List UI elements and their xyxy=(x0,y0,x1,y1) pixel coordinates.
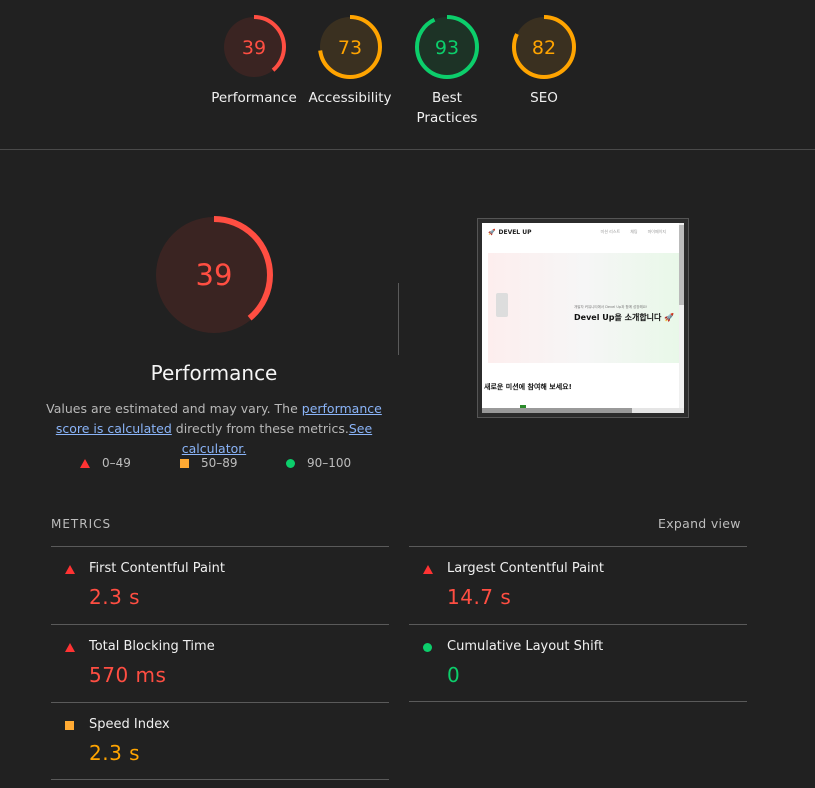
triangle-icon xyxy=(80,458,90,468)
metric-label: Total Blocking Time xyxy=(89,639,215,654)
metric-label: Largest Contentful Paint xyxy=(447,561,605,576)
square-icon xyxy=(65,721,74,730)
gauge-score: 39 xyxy=(242,37,266,59)
gauge-performance[interactable]: 39 Performance xyxy=(206,14,302,108)
seo-gauge-ring: 82 xyxy=(512,15,576,79)
gauge-score: 93 xyxy=(435,37,459,59)
gauge-best-practices[interactable]: 93 Best Practices xyxy=(399,14,495,128)
rocket-icon: 🚀 xyxy=(488,228,496,236)
legend-pass: 90–100 xyxy=(286,456,351,470)
metric-speed-index: Speed Index 2.3 s xyxy=(51,703,389,781)
thumbnail-brand: DEVEL UP xyxy=(498,228,532,236)
performance-main-gauge: 39 xyxy=(154,215,274,339)
gauge-label: Performance xyxy=(211,90,297,106)
metric-value: 2.3 s xyxy=(89,585,141,609)
final-screenshot[interactable]: 🚀 DEVEL UP 미션 리스트 채팅 마이페이지 개발자 커뮤니티에서 De… xyxy=(477,218,689,418)
performance-gauge-ring: 39 xyxy=(155,216,273,334)
gauge-label: Best Practices xyxy=(416,90,478,126)
thumbnail-horizontal-scrollbar xyxy=(482,408,684,413)
performance-score: 39 xyxy=(196,258,233,292)
gauge-score: 82 xyxy=(532,37,556,59)
triangle-icon xyxy=(65,643,75,652)
thumbnail-image-placeholder xyxy=(496,293,508,317)
summary-gauges: 39 Performance 73 Accessibility 93 Best … xyxy=(0,0,815,150)
expand-view-toggle[interactable]: Expand view xyxy=(658,516,741,531)
performance-title: Performance xyxy=(150,361,278,385)
performance-description: Values are estimated and may vary. The p… xyxy=(44,399,384,459)
metrics-divider xyxy=(51,779,389,780)
gauge-score: 73 xyxy=(338,37,362,59)
circle-icon xyxy=(286,458,295,468)
triangle-icon xyxy=(423,565,433,574)
gauge-seo[interactable]: 82 SEO xyxy=(496,14,592,108)
best-practices-gauge-ring: 93 xyxy=(415,15,479,79)
metric-cumulative-layout-shift: Cumulative Layout Shift 0 xyxy=(409,625,747,703)
triangle-icon xyxy=(65,565,75,574)
legend-range: 50–89 xyxy=(201,456,238,470)
thumbnail-nav-item: 마이페이지 xyxy=(647,229,666,234)
description-text: Values are estimated and may vary. The xyxy=(46,401,302,416)
legend-average: 50–89 xyxy=(180,456,238,470)
metric-label: Speed Index xyxy=(89,717,170,732)
thumbnail-mission-heading: 새로운 미션에 참여해 보세요! xyxy=(484,383,572,391)
metrics-divider xyxy=(409,701,747,702)
metric-value: 570 ms xyxy=(89,663,167,687)
gauge-label: Accessibility xyxy=(308,90,392,106)
metric-label: First Contentful Paint xyxy=(89,561,225,576)
gauge-accessibility[interactable]: 73 Accessibility xyxy=(302,14,398,108)
metric-first-contentful-paint: First Contentful Paint 2.3 s xyxy=(51,547,389,625)
legend-range: 90–100 xyxy=(307,456,352,470)
legend-range: 0–49 xyxy=(102,456,131,470)
square-icon xyxy=(180,458,189,468)
metric-value: 0 xyxy=(447,663,461,687)
performance-gauge-ring: 39 xyxy=(222,15,286,79)
thumbnail-nav-item: 채팅 xyxy=(630,229,638,234)
thumbnail-hero-subtitle: 개발자 커뮤니티에서 Devel Up과 함께 성장해요! xyxy=(574,305,648,309)
thumbnail-vertical-scrollbar xyxy=(679,223,684,413)
metric-total-blocking-time: Total Blocking Time 570 ms xyxy=(51,625,389,703)
thumbnail-nav-item: 미션 리스트 xyxy=(600,229,621,234)
thumbnail-nav: 미션 리스트 채팅 마이페이지 xyxy=(601,229,666,235)
description-text: directly from these metrics. xyxy=(171,421,349,436)
thumbnail-hero-title: Devel Up을 소개합니다 🚀 xyxy=(574,313,675,322)
metric-largest-contentful-paint: Largest Contentful Paint 14.7 s xyxy=(409,547,747,625)
metrics-title: METRICS xyxy=(51,517,112,531)
accessibility-gauge-ring: 73 xyxy=(318,15,382,79)
gauge-label: SEO xyxy=(530,90,558,106)
screenshot-content: 🚀 DEVEL UP 미션 리스트 채팅 마이페이지 개발자 커뮤니티에서 De… xyxy=(482,223,684,413)
metric-label: Cumulative Layout Shift xyxy=(447,639,604,654)
legend-fail: 0–49 xyxy=(80,456,131,470)
metric-value: 14.7 s xyxy=(447,585,512,609)
circle-icon xyxy=(423,643,432,652)
metric-value: 2.3 s xyxy=(89,741,141,765)
section-divider xyxy=(398,283,399,355)
